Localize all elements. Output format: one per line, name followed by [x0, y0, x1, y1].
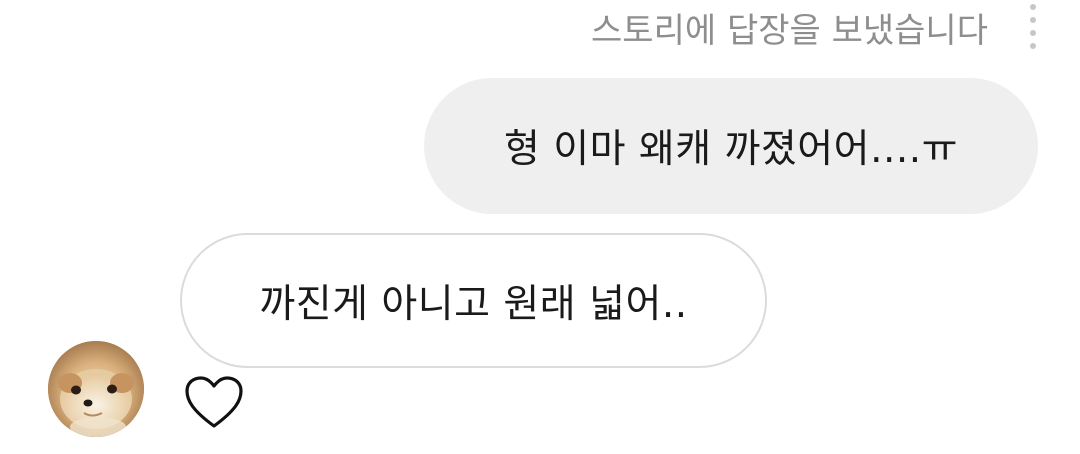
vertical-dots-icon[interactable]: [1029, 4, 1037, 62]
received-message-text: 까진게 아니고 원래 넓어..: [259, 281, 688, 327]
sender-avatar[interactable]: [48, 341, 144, 437]
sent-message-bubble[interactable]: 형 이마 왜캐 까졌어어....ㅠ: [424, 78, 1038, 214]
sent-message-text: 형 이마 왜캐 까졌어어....ㅠ: [503, 127, 959, 172]
received-message-bubble[interactable]: 까진게 아니고 원래 넓어..: [180, 233, 767, 368]
heart-icon[interactable]: [184, 376, 244, 430]
story-reply-note: 스토리에 답장을 보냈습니다: [591, 11, 988, 51]
pomeranian-dog-avatar: [48, 341, 144, 437]
